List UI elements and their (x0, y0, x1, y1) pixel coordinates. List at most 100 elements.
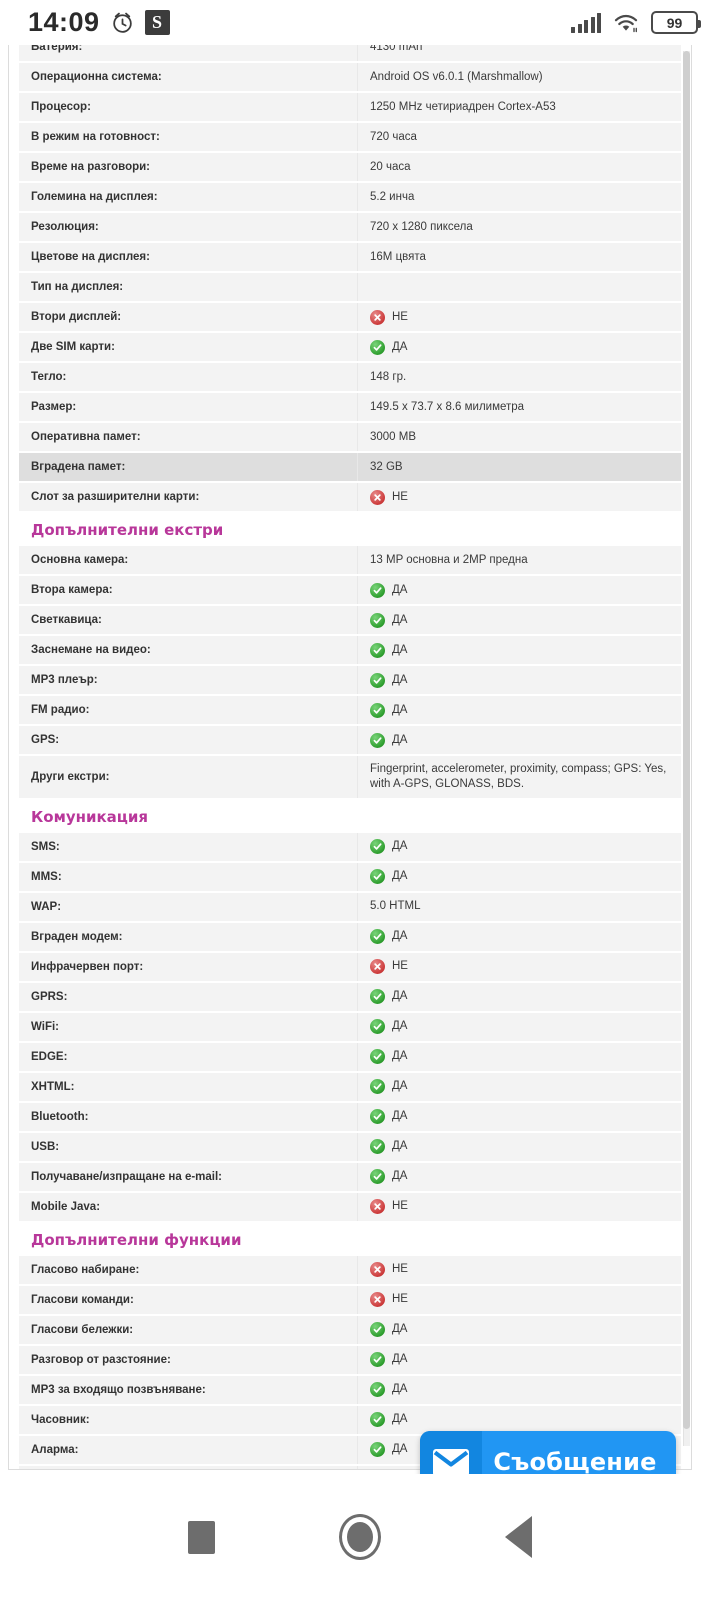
spec-value: НЕ (357, 1285, 681, 1314)
table-row: Оперативна памет: 3000 MB (19, 423, 681, 451)
status-bar-left: 14:09 S (28, 9, 170, 36)
table-row: WAP: 5.0 HTML (19, 892, 681, 921)
spec-value: ДА (357, 1405, 681, 1434)
scrollbar-thumb[interactable] (683, 51, 690, 1429)
spec-value: ДА (357, 696, 681, 724)
spec-value: ДА (357, 1162, 681, 1191)
table-row: MP3 плеър: ДА (19, 666, 681, 694)
table-row: Цветове на дисплея: 16M цвята (19, 243, 681, 271)
table-row: Гласово набиране: НЕ (19, 1255, 681, 1284)
spec-value: ДА (357, 1345, 681, 1374)
cross-circle-icon (370, 1199, 385, 1215)
table-row: MP3 за входящо позвъняване: ДА (19, 1375, 681, 1404)
spec-value: ДА (357, 666, 681, 694)
check-circle-icon (370, 672, 385, 688)
status-badge-label: ДА (392, 840, 408, 853)
status-badge-label: ДА (392, 1170, 408, 1183)
table-row: EDGE: ДА (19, 1042, 681, 1071)
status-badge: ДА (370, 1352, 407, 1368)
spec-label: Mobile Java: (31, 1200, 101, 1213)
table-row: Получаване/изпращане на e-mail: ДА (19, 1162, 681, 1191)
spec-label: Вградена памет: (31, 460, 126, 473)
status-badge: НЕ (370, 1199, 408, 1215)
spec-label: GPRS: (31, 990, 68, 1003)
spec-label: Разговор от разстояние: (31, 1353, 171, 1366)
table-row: GPRS: ДА (19, 982, 681, 1011)
status-badge-label: ДА (392, 1443, 408, 1456)
recents-square-icon[interactable] (188, 1520, 215, 1554)
check-circle-icon (370, 1352, 385, 1368)
table-row: В режим на готовност: 720 часа (19, 123, 681, 151)
status-badge-label: НЕ (392, 490, 408, 503)
status-badge: ДА (370, 839, 408, 855)
spec-label: Тегло: (31, 370, 67, 383)
status-badge: НЕ (370, 1262, 408, 1278)
spec-value: 148 гр. (357, 363, 681, 391)
spec-value: ДА (357, 1315, 681, 1344)
table-row: Mobile Java: НЕ (19, 1192, 681, 1221)
table-row: Вграден модем: ДА (19, 922, 681, 951)
spec-label: Големина на дисплея: (31, 190, 158, 203)
spec-label: Размер: (31, 400, 77, 413)
status-badge-label: ДА (392, 643, 408, 656)
spec-label: USB: (31, 1140, 60, 1153)
check-circle-icon (370, 1382, 385, 1398)
section-heading-communication: Комуникация (19, 799, 681, 833)
spec-value: ДА (357, 333, 681, 361)
spec-label: Вграден модем: (31, 930, 123, 943)
status-badge: НЕ (370, 959, 408, 975)
cross-circle-icon (370, 489, 385, 505)
spec-label: Цветове на дисплея: (31, 250, 150, 263)
cross-circle-icon (370, 1262, 385, 1278)
spec-value: НЕ (357, 1192, 681, 1221)
section-heading-extras: Допълнителни екстри (19, 513, 681, 546)
table-row: Размер: 149.5 x 73.7 x 8.6 милиметра (19, 393, 681, 421)
spec-value: 720 x 1280 пиксела (357, 213, 681, 241)
table-row: Гласови команди: НЕ (19, 1285, 681, 1314)
status-badge: ДА (370, 1442, 408, 1458)
check-circle-icon (370, 1412, 385, 1428)
check-circle-icon (370, 1322, 385, 1338)
table-row: Операционна система: Android OS v6.0.1 (M… (19, 63, 681, 91)
back-triangle-icon[interactable] (505, 1516, 532, 1558)
spec-label: Батерия: (31, 45, 83, 53)
status-bar-right: 99 (571, 11, 701, 34)
spec-label: Оперативна памет: (31, 430, 141, 443)
spec-label: Други екстри: (31, 770, 110, 783)
table-row: Светкавица: ДА (19, 606, 681, 634)
table-row: XHTML: ДА (19, 1072, 681, 1101)
spec-label: EDGE: (31, 1050, 68, 1063)
status-badge: ДА (370, 929, 407, 945)
table-row: Втора камера: ДА (19, 576, 681, 604)
table-row: Основна камера: 13 MP основна и 2MP предн… (19, 546, 681, 574)
check-circle-icon (370, 1109, 385, 1125)
home-circle-icon[interactable] (339, 1514, 381, 1560)
status-badge-label: НЕ (392, 310, 408, 323)
status-badge: ДА (370, 1322, 407, 1338)
check-circle-icon (370, 642, 385, 658)
status-badge: ДА (370, 702, 407, 718)
spec-label: Светкавица: (31, 613, 102, 626)
check-circle-icon (370, 989, 385, 1005)
check-circle-icon (370, 1169, 385, 1185)
message-button[interactable]: Съобщение (420, 1431, 676, 1474)
spec-label: WAP: (31, 900, 62, 913)
status-badge: ДА (370, 642, 408, 658)
spec-label: Заснемане на видео: (31, 643, 151, 656)
spec-value: ДА (357, 1102, 681, 1131)
spec-value: 149.5 x 73.7 x 8.6 милиметра (357, 393, 681, 421)
table-row: GPS: ДА (19, 726, 681, 754)
spec-label: Две SIM карти: (31, 340, 115, 353)
table-row: Втори дисплей: НЕ (19, 303, 681, 331)
table-row: Батерия: 4130 mAh (19, 45, 681, 61)
spec-label: Тип на дисплея: (31, 280, 124, 293)
status-badge: ДА (370, 612, 407, 628)
spec-label: Гласово набиране: (31, 1263, 140, 1276)
status-badge-label: НЕ (392, 1263, 408, 1276)
spec-label: GPS: (31, 733, 60, 746)
check-circle-icon (370, 839, 385, 855)
spec-value: ДА (357, 1012, 681, 1041)
table-row: Заснемане на видео: ДА (19, 636, 681, 664)
spec-label: Калкулатор: (19, 1466, 357, 1469)
table-row: Големина на дисплея: 5.2 инча (19, 183, 681, 211)
